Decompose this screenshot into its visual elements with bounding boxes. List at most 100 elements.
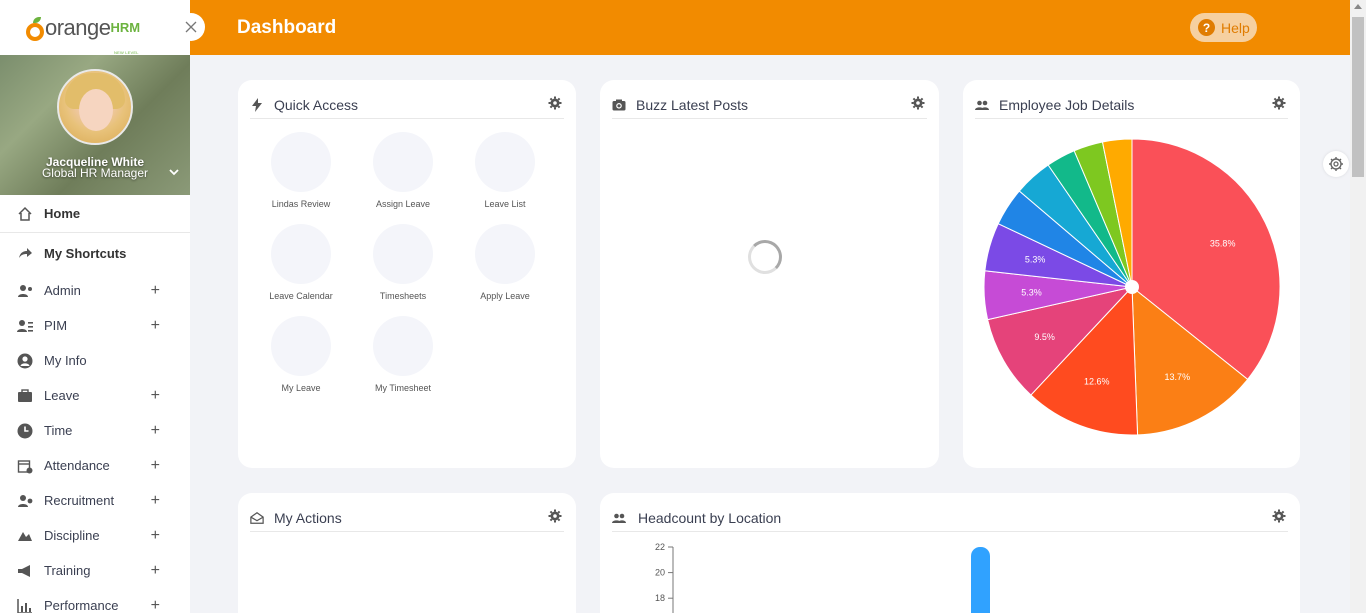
calendar-icon bbox=[16, 458, 34, 474]
menu-item-time[interactable]: Time + bbox=[0, 413, 190, 448]
menu-label: Recruitment bbox=[44, 493, 115, 508]
card-title: Buzz Latest Posts bbox=[636, 97, 749, 113]
quick-access-item[interactable]: Timesheets bbox=[353, 224, 453, 301]
clock-icon bbox=[16, 423, 34, 439]
menu-item-attendance[interactable]: Attendance + bbox=[0, 448, 190, 483]
chevron-down-icon[interactable] bbox=[167, 165, 181, 179]
scroll-up-arrow-icon[interactable] bbox=[1354, 4, 1362, 9]
expand-icon[interactable]: + bbox=[151, 527, 160, 545]
lightning-icon bbox=[250, 98, 264, 112]
expand-icon[interactable]: + bbox=[151, 282, 160, 300]
menu-label: Time bbox=[44, 423, 73, 438]
briefcase-icon bbox=[16, 388, 34, 404]
close-icon bbox=[185, 21, 197, 33]
expand-icon[interactable]: + bbox=[151, 597, 160, 613]
sidebar-collapse-button[interactable] bbox=[177, 13, 205, 41]
loading-spinner-icon bbox=[748, 240, 782, 274]
menu-item-recruitment[interactable]: Recruitment + bbox=[0, 483, 190, 518]
menu-item-home[interactable]: Home bbox=[0, 195, 190, 233]
recruit-icon bbox=[16, 493, 34, 509]
card-title: Headcount by Location bbox=[638, 510, 782, 526]
menu-label: Performance bbox=[44, 598, 119, 613]
pie-slice-label: 5.3% bbox=[1021, 288, 1042, 298]
card-title: Quick Access bbox=[274, 97, 359, 113]
pie-slice-label: 5.3% bbox=[1025, 255, 1046, 265]
shortcut-circle-icon bbox=[475, 132, 535, 192]
sidebar: orange HRM NEW LEVEL OF HR MANAGEMENT Ja… bbox=[0, 0, 190, 613]
card-title: My Actions bbox=[274, 510, 342, 526]
profile-role: Global HR Manager bbox=[41, 166, 149, 180]
quick-access-item[interactable]: My Leave bbox=[251, 316, 351, 393]
gear-icon bbox=[1329, 157, 1343, 171]
menu-item-discipline[interactable]: Discipline + bbox=[0, 518, 190, 553]
menu-label: Admin bbox=[44, 283, 81, 298]
expand-icon[interactable]: + bbox=[151, 317, 160, 335]
logo-word: orange bbox=[45, 14, 111, 40]
users-icon bbox=[612, 511, 626, 525]
chart-icon bbox=[16, 598, 34, 613]
discipline-icon bbox=[16, 528, 34, 544]
pie-slice-label: 13.7% bbox=[1165, 372, 1191, 382]
pim-icon bbox=[16, 318, 34, 334]
expand-icon[interactable]: + bbox=[151, 457, 160, 475]
menu-label: Training bbox=[44, 563, 91, 578]
expand-icon[interactable]: + bbox=[151, 492, 160, 510]
headcount-card: Headcount by Location 22 20 18 bbox=[600, 493, 1300, 613]
top-header: Dashboard ? Help bbox=[190, 0, 1350, 55]
y-tick-label: 20 bbox=[655, 568, 665, 578]
gear-icon[interactable] bbox=[911, 96, 925, 110]
menu-label: My Info bbox=[44, 353, 87, 368]
help-button[interactable]: ? Help bbox=[1190, 13, 1257, 42]
headcount-bar-chart: 22 20 18 bbox=[655, 542, 990, 613]
menu-item-pim[interactable]: PIM + bbox=[0, 308, 190, 343]
pie-slice-label: 9.5% bbox=[1034, 332, 1055, 342]
buzz-card: Buzz Latest Posts bbox=[600, 80, 939, 468]
headcount-bar[interactable] bbox=[971, 547, 990, 613]
settings-gear-button[interactable] bbox=[1323, 151, 1349, 177]
card-header: Headcount by Location bbox=[612, 505, 1288, 532]
quick-access-card: Quick Access Lindas Review Assign Leave … bbox=[238, 80, 576, 468]
profile-panel: Jacqueline White Global HR Manager bbox=[0, 55, 190, 195]
menu-item-my-info[interactable]: My Info bbox=[0, 343, 190, 378]
menu-label-home: Home bbox=[44, 206, 81, 221]
menu-item-shortcuts[interactable]: My Shortcuts bbox=[0, 233, 190, 273]
shortcut-circle-icon bbox=[373, 132, 433, 192]
page-scrollbar[interactable] bbox=[1350, 0, 1366, 613]
menu-item-performance[interactable]: Performance + bbox=[0, 588, 190, 613]
scroll-thumb[interactable] bbox=[1352, 17, 1364, 177]
expand-icon[interactable]: + bbox=[151, 422, 160, 440]
menu-label: Leave bbox=[44, 388, 80, 403]
gear-icon[interactable] bbox=[548, 509, 562, 523]
quick-access-item[interactable]: Leave List bbox=[455, 132, 555, 209]
menu-item-admin[interactable]: Admin + bbox=[0, 273, 190, 308]
job-details-pie-chart: 35.8% 13.7% 12.6% 9.5% 5.3% 5.3% bbox=[983, 138, 1281, 436]
menu-label: Attendance bbox=[44, 458, 110, 473]
inbox-icon bbox=[250, 511, 264, 525]
card-header: My Actions bbox=[250, 505, 564, 532]
expand-icon[interactable]: + bbox=[151, 562, 160, 580]
shortcut-circle-icon bbox=[373, 316, 433, 376]
my-actions-card: My Actions bbox=[238, 493, 576, 613]
gear-icon[interactable] bbox=[1272, 96, 1286, 110]
users-icon bbox=[975, 98, 989, 112]
menu-label: Discipline bbox=[44, 528, 100, 543]
quick-access-item[interactable]: Lindas Review bbox=[251, 132, 351, 209]
quick-access-item[interactable]: Apply Leave bbox=[455, 224, 555, 301]
menu-item-leave[interactable]: Leave + bbox=[0, 378, 190, 413]
logo-bar: orange HRM NEW LEVEL OF HR MANAGEMENT bbox=[0, 0, 190, 65]
menu-item-training[interactable]: Training + bbox=[0, 553, 190, 588]
quick-access-item[interactable]: Assign Leave bbox=[353, 132, 453, 209]
shortcut-circle-icon bbox=[271, 224, 331, 284]
help-icon: ? bbox=[1198, 19, 1215, 36]
gear-icon[interactable] bbox=[548, 96, 562, 110]
card-title: Employee Job Details bbox=[999, 97, 1135, 113]
expand-icon[interactable]: + bbox=[151, 387, 160, 405]
gear-icon[interactable] bbox=[1272, 509, 1286, 523]
quick-access-item[interactable]: Leave Calendar bbox=[251, 224, 351, 301]
orangehrm-logo[interactable]: orange HRM NEW LEVEL OF HR MANAGEMENT bbox=[26, 14, 144, 65]
card-header: Buzz Latest Posts bbox=[612, 92, 927, 119]
logo-orange-icon bbox=[26, 16, 44, 41]
card-header: Employee Job Details bbox=[975, 92, 1288, 119]
shortcut-circle-icon bbox=[271, 132, 331, 192]
quick-access-item[interactable]: My Timesheet bbox=[353, 316, 453, 393]
